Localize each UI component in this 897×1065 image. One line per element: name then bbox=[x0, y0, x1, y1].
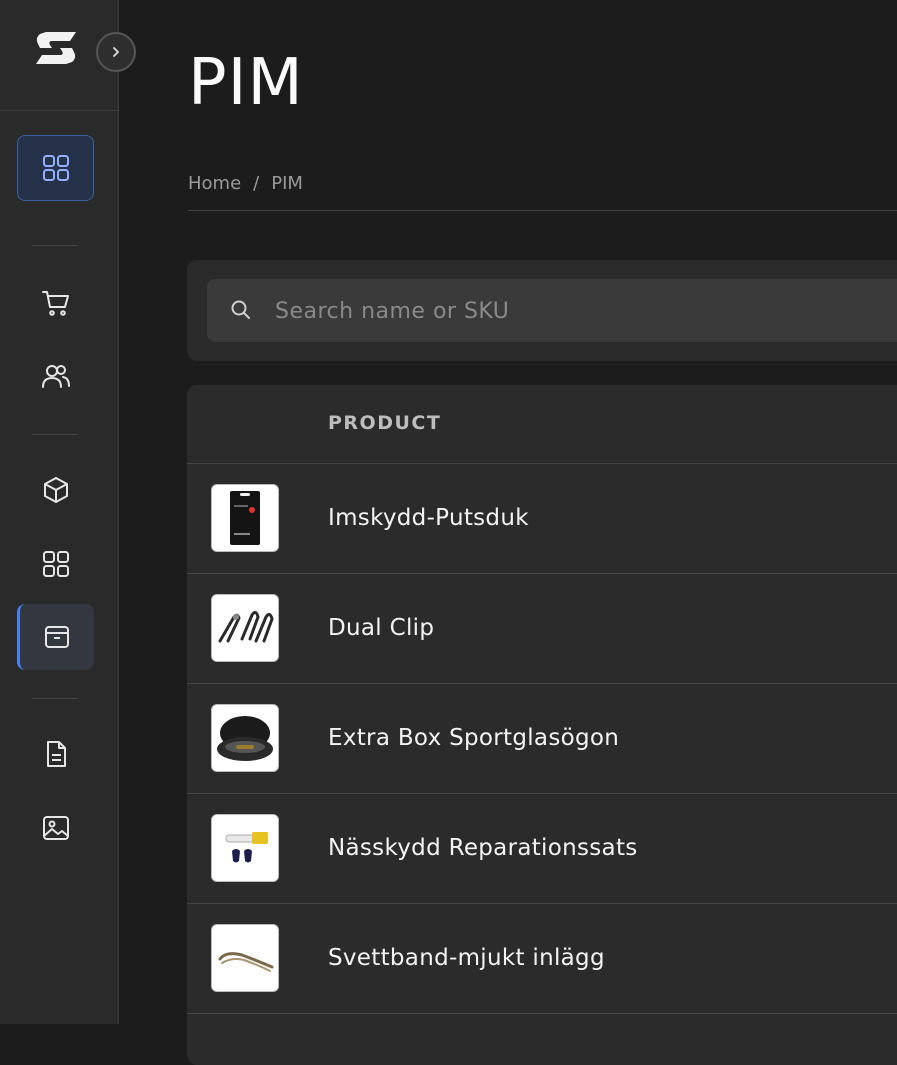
sidebar-item-media[interactable] bbox=[17, 795, 94, 861]
image-icon bbox=[42, 816, 69, 840]
breadcrumb-divider bbox=[188, 210, 897, 211]
chevron-right-icon bbox=[113, 47, 119, 57]
product-name[interactable]: Dual Clip bbox=[328, 574, 434, 683]
product-name[interactable]: Svettband-mjukt inlägg bbox=[328, 904, 605, 1013]
dashboard-grid-icon bbox=[42, 155, 69, 181]
sidebar-item-orders[interactable] bbox=[17, 270, 94, 336]
product-thumbnail bbox=[211, 484, 279, 552]
clip-set-image bbox=[218, 610, 274, 643]
product-thumbnail bbox=[211, 704, 279, 772]
brand-logo-icon bbox=[36, 32, 76, 64]
product-thumbnail bbox=[211, 594, 279, 662]
table-header: PRODUCT bbox=[187, 385, 897, 464]
sidebar bbox=[0, 0, 119, 1024]
table-row[interactable]: Dual Clip bbox=[187, 574, 897, 684]
cart-icon bbox=[41, 291, 69, 316]
document-icon bbox=[46, 741, 66, 767]
box-icon bbox=[43, 477, 68, 503]
users-icon bbox=[41, 365, 70, 388]
archive-icon bbox=[45, 626, 69, 648]
breadcrumb-home-link[interactable]: Home bbox=[188, 173, 241, 194]
sidebar-divider bbox=[32, 245, 78, 246]
sidebar-item-dashboard[interactable] bbox=[17, 135, 94, 201]
sidebar-item-documents[interactable] bbox=[17, 721, 94, 787]
glasses-case-image bbox=[217, 716, 273, 761]
sidebar-toggle-button[interactable] bbox=[96, 32, 136, 72]
breadcrumb: Home / PIM bbox=[188, 173, 303, 194]
table-row[interactable]: Extra Box Sportglasögon bbox=[187, 684, 897, 794]
product-thumbnail bbox=[211, 924, 279, 992]
sidebar-divider bbox=[32, 434, 78, 435]
product-name[interactable]: Imskydd-Putsduk bbox=[328, 464, 529, 573]
sidebar-item-pim[interactable] bbox=[17, 604, 94, 670]
nose-pad-kit-image bbox=[225, 832, 268, 863]
search-icon bbox=[231, 300, 250, 319]
breadcrumb-separator: / bbox=[253, 173, 260, 194]
search-panel bbox=[187, 260, 897, 361]
search-box[interactable] bbox=[207, 279, 897, 344]
sidebar-item-customers[interactable] bbox=[17, 343, 94, 409]
table-row[interactable]: Nässkydd Reparationssats bbox=[187, 794, 897, 904]
grid-icon bbox=[42, 551, 69, 577]
product-table: PRODUCT Imskydd-Putsduk Dual Clip Extra … bbox=[187, 385, 897, 1065]
search-input[interactable] bbox=[273, 279, 877, 344]
cleaning-cloth-pack-image bbox=[230, 491, 260, 545]
column-header-product[interactable]: PRODUCT bbox=[328, 412, 441, 434]
table-row[interactable]: Svettband-mjukt inlägg bbox=[187, 904, 897, 1014]
sidebar-item-categories[interactable] bbox=[17, 531, 94, 597]
sidebar-divider bbox=[32, 698, 78, 699]
sidebar-item-products[interactable] bbox=[17, 457, 94, 523]
product-name[interactable]: Nässkydd Reparationssats bbox=[328, 794, 638, 903]
sweatband-image bbox=[218, 952, 274, 972]
product-thumbnail bbox=[211, 814, 279, 882]
breadcrumb-current: PIM bbox=[271, 173, 303, 194]
table-row[interactable]: Imskydd-Putsduk bbox=[187, 464, 897, 574]
page-title: PIM bbox=[188, 46, 304, 120]
product-name[interactable]: Extra Box Sportglasögon bbox=[328, 684, 619, 793]
